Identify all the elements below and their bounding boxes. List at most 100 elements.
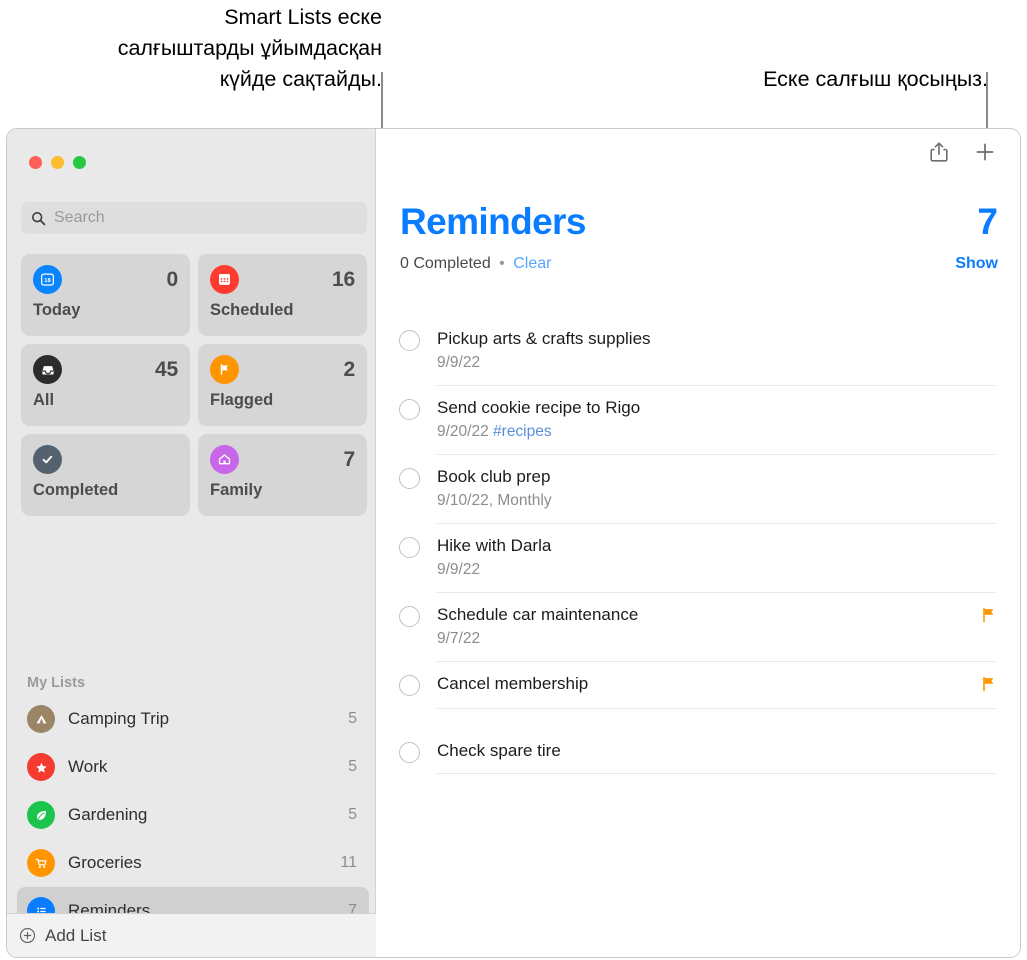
reminder-row[interactable]: Cancel membership: [390, 662, 1020, 729]
reminder-date: 9/10/22, Monthly: [437, 492, 552, 509]
smart-card-count: 7: [343, 447, 356, 471]
reminder-tag[interactable]: #recipes: [493, 423, 552, 440]
flag-icon[interactable]: [981, 607, 996, 628]
smart-card-scheduled[interactable]: 16 Scheduled: [198, 254, 367, 336]
smart-card-all[interactable]: 45 All: [21, 344, 190, 426]
smart-card-count: 0: [166, 267, 179, 291]
reminder-subtitle: 9/7/22: [437, 629, 638, 649]
reminder-date: 9/20/22: [437, 423, 489, 440]
sidebar-item-camping-trip[interactable]: Camping Trip 5: [17, 695, 369, 743]
reminder-date: 9/9/22: [437, 561, 481, 578]
share-icon: [930, 142, 948, 162]
add-list-button[interactable]: Add List: [7, 913, 376, 957]
reminder-checkbox[interactable]: [399, 399, 420, 420]
reminder-title: Hike with Darla: [437, 536, 552, 555]
smart-card-flagged[interactable]: 2 Flagged: [198, 344, 367, 426]
zoom-button[interactable]: [73, 156, 86, 169]
minimize-button[interactable]: [51, 156, 64, 169]
reminders-list: Pickup arts & crafts supplies 9/9/22 Sen…: [390, 317, 1020, 796]
reminder-title: Cancel membership: [437, 674, 589, 693]
smart-card-completed[interactable]: Completed: [21, 434, 190, 516]
reminder-checkbox[interactable]: [399, 606, 420, 627]
close-button[interactable]: [29, 156, 42, 169]
calendar-icon: 18: [33, 265, 62, 294]
sidebar-item-work[interactable]: Work 5: [17, 743, 369, 791]
sidebar-item-label: Gardening: [68, 805, 148, 824]
callout-right-text: Еске салғыш қосыңыз.: [763, 67, 988, 91]
add-list-label: Add List: [45, 925, 107, 945]
smart-card-label: Scheduled: [210, 301, 294, 319]
smart-card-label: Completed: [33, 481, 119, 499]
search-input[interactable]: [54, 209, 357, 227]
main-toolbar: [928, 140, 997, 164]
smart-card-family[interactable]: 7 Family: [198, 434, 367, 516]
star-icon: [27, 753, 55, 781]
plus-circle-icon: [19, 927, 36, 944]
callout-left-text: Smart Lists еске салғыштарды ұйымдасқан …: [117, 5, 382, 91]
reminder-row[interactable]: Check spare tire: [390, 729, 1020, 796]
house-icon: [210, 445, 239, 474]
smart-card-label: All: [33, 391, 55, 409]
reminder-title: Pickup arts & crafts supplies: [437, 329, 651, 348]
completed-meta: 0 Completed • Clear: [400, 255, 551, 273]
search-icon: [31, 211, 46, 225]
meta-separator: •: [499, 255, 505, 272]
reminder-checkbox[interactable]: [399, 330, 420, 351]
tent-icon: [27, 705, 55, 733]
sidebar-item-count: 5: [348, 710, 357, 727]
smart-card-count: 45: [155, 357, 178, 381]
reminder-subtitle: 9/10/22, Monthly: [437, 491, 552, 511]
sidebar-item-count: 5: [348, 758, 357, 775]
reminders-window: 18 0 Today: [6, 128, 1021, 958]
svg-text:18: 18: [44, 278, 51, 284]
sidebar-item-gardening[interactable]: Gardening 5: [17, 791, 369, 839]
smart-lists-grid: 18 0 Today 16 Scheduled 45 All 2 Flagged…: [21, 254, 367, 516]
reminder-title: Check spare tire: [437, 741, 561, 760]
sidebar-item-count: 5: [348, 806, 357, 823]
reminder-count: 7: [977, 201, 998, 242]
list-header: Reminders 7 0 Completed • Clear Show: [400, 201, 998, 273]
reminder-subtitle: 9/9/22: [437, 353, 651, 373]
smart-card-label: Family: [210, 481, 263, 499]
reminder-row[interactable]: Book club prep 9/10/22, Monthly: [390, 455, 1020, 524]
reminder-checkbox[interactable]: [399, 468, 420, 489]
reminder-date: 9/7/22: [437, 630, 481, 647]
clear-button[interactable]: Clear: [513, 255, 551, 272]
plus-icon: [976, 143, 994, 161]
reminder-row[interactable]: Send cookie recipe to Rigo 9/20/22 #reci…: [390, 386, 1020, 455]
window-traffic-lights: [29, 156, 86, 169]
sidebar-item-label: Groceries: [68, 853, 142, 872]
sidebar-item-label: Camping Trip: [68, 709, 170, 728]
reminder-checkbox[interactable]: [399, 742, 420, 763]
add-reminder-button[interactable]: [973, 140, 997, 164]
completed-count-label: 0 Completed: [400, 255, 491, 272]
reminder-checkbox[interactable]: [399, 675, 420, 696]
reminder-subtitle: 9/9/22: [437, 560, 551, 580]
search-field[interactable]: [21, 202, 367, 234]
sidebar-item-count: 11: [340, 854, 357, 871]
inbox-icon: [33, 355, 62, 384]
show-button[interactable]: Show: [955, 255, 998, 273]
reminder-title: Book club prep: [437, 467, 551, 486]
reminder-row[interactable]: Pickup arts & crafts supplies 9/9/22: [390, 317, 1020, 386]
reminder-checkbox[interactable]: [399, 537, 420, 558]
smart-card-label: Today: [33, 301, 81, 319]
smart-card-count: 16: [332, 267, 355, 291]
reminder-subtitle: 9/20/22 #recipes: [437, 422, 640, 442]
my-lists-section-header: My Lists: [27, 675, 86, 691]
sidebar-item-label: Work: [68, 757, 108, 776]
checkmark-icon: [33, 445, 62, 474]
sidebar: 18 0 Today: [7, 129, 376, 957]
reminder-date: 9/9/22: [437, 354, 481, 371]
reminder-row[interactable]: Schedule car maintenance 9/7/22: [390, 593, 1020, 662]
flag-icon[interactable]: [981, 676, 996, 697]
smart-card-today[interactable]: 18 0 Today: [21, 254, 190, 336]
share-button[interactable]: [928, 140, 950, 164]
smart-card-count: 2: [343, 357, 356, 381]
sidebar-item-groceries[interactable]: Groceries 11: [17, 839, 369, 887]
cart-icon: [27, 849, 55, 877]
reminder-title: Send cookie recipe to Rigo: [437, 398, 641, 417]
smart-card-label: Flagged: [210, 391, 274, 409]
reminder-row[interactable]: Hike with Darla 9/9/22: [390, 524, 1020, 593]
flag-icon: [210, 355, 239, 384]
